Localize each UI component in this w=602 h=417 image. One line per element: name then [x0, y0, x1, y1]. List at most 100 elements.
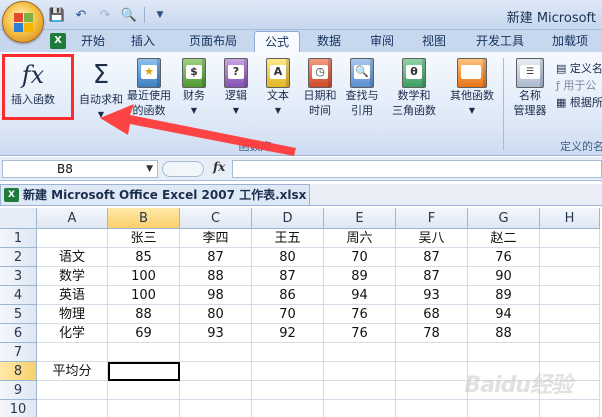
- cell-f6[interactable]: 78: [396, 324, 468, 343]
- cell-d9[interactable]: [252, 381, 324, 400]
- cell-e8[interactable]: [324, 362, 396, 381]
- cell-e1[interactable]: 周六: [324, 229, 396, 248]
- cell-h5[interactable]: [540, 305, 600, 324]
- cell-d10[interactable]: [252, 400, 324, 417]
- cell-f5[interactable]: 68: [396, 305, 468, 324]
- chevron-down-icon[interactable]: ▼: [146, 161, 153, 177]
- cell-b6[interactable]: 69: [108, 324, 180, 343]
- column-header-b[interactable]: B: [108, 208, 180, 229]
- tab-developer[interactable]: 开发工具: [468, 31, 532, 52]
- row-header-9[interactable]: 9: [0, 381, 37, 400]
- cell-e3[interactable]: 89: [324, 267, 396, 286]
- cell-e7[interactable]: [324, 343, 396, 362]
- cell-d8[interactable]: [252, 362, 324, 381]
- cell-c9[interactable]: [180, 381, 252, 400]
- row-header-6[interactable]: 6: [0, 324, 37, 343]
- cell-f1[interactable]: 吴八: [396, 229, 468, 248]
- cell-a3[interactable]: 数学: [37, 267, 108, 286]
- column-header-d[interactable]: D: [252, 208, 324, 229]
- cell-c5[interactable]: 80: [180, 305, 252, 324]
- column-header-f[interactable]: F: [396, 208, 468, 229]
- cell-b8[interactable]: [108, 362, 180, 381]
- cell-c2[interactable]: 87: [180, 248, 252, 267]
- cell-a10[interactable]: [37, 400, 108, 417]
- tab-insert[interactable]: 插入: [122, 31, 164, 52]
- row-header-5[interactable]: 5: [0, 305, 37, 324]
- define-name-button[interactable]: ▤ 定义名: [556, 60, 602, 77]
- financial-button[interactable]: $ 财务 ▼: [176, 58, 212, 132]
- fx-icon[interactable]: fx: [213, 160, 225, 174]
- cell-b10[interactable]: [108, 400, 180, 417]
- cell-e5[interactable]: 76: [324, 305, 396, 324]
- cell-f10[interactable]: [396, 400, 468, 417]
- cell-g2[interactable]: 76: [468, 248, 540, 267]
- row-header-10[interactable]: 10: [0, 400, 37, 417]
- cell-c7[interactable]: [180, 343, 252, 362]
- more-functions-button[interactable]: 其他函数 ▼: [446, 58, 498, 132]
- office-button[interactable]: [2, 1, 44, 43]
- formula-bar-resize-handle[interactable]: [162, 161, 204, 177]
- row-header-7[interactable]: 7: [0, 343, 37, 362]
- cell-a6[interactable]: 化学: [37, 324, 108, 343]
- column-header-c[interactable]: C: [180, 208, 252, 229]
- cell-e10[interactable]: [324, 400, 396, 417]
- cell-c1[interactable]: 李四: [180, 229, 252, 248]
- use-in-formula-button[interactable]: ƒ 用于公: [556, 77, 602, 94]
- redo-icon[interactable]: ↷: [96, 6, 114, 24]
- cell-g10[interactable]: [468, 400, 540, 417]
- cell-a8[interactable]: 平均分: [37, 362, 108, 381]
- create-from-selection-button[interactable]: ▦ 根据所: [556, 94, 602, 111]
- cell-b2[interactable]: 85: [108, 248, 180, 267]
- cell-d4[interactable]: 86: [252, 286, 324, 305]
- cell-d5[interactable]: 70: [252, 305, 324, 324]
- print-preview-icon[interactable]: 🔍: [120, 6, 138, 24]
- recent-functions-button[interactable]: ★ 最近使用 的函数: [126, 58, 172, 132]
- cell-f2[interactable]: 87: [396, 248, 468, 267]
- customize-qat-icon[interactable]: ▼: [151, 6, 169, 24]
- row-header-4[interactable]: 4: [0, 286, 37, 305]
- cell-f9[interactable]: [396, 381, 468, 400]
- cell-c3[interactable]: 88: [180, 267, 252, 286]
- cell-a5[interactable]: 物理: [37, 305, 108, 324]
- cell-d3[interactable]: 87: [252, 267, 324, 286]
- name-manager-button[interactable]: ☰ 名称 管理器: [508, 58, 552, 132]
- tab-view[interactable]: 视图: [412, 31, 456, 52]
- tab-page-layout[interactable]: 页面布局: [178, 31, 248, 52]
- save-icon[interactable]: 💾: [48, 6, 66, 24]
- row-header-8[interactable]: 8: [0, 362, 37, 381]
- name-box[interactable]: B8 ▼: [2, 160, 158, 178]
- tab-data[interactable]: 数据: [306, 31, 352, 52]
- formula-input[interactable]: [232, 160, 602, 178]
- cell-b3[interactable]: 100: [108, 267, 180, 286]
- logical-button[interactable]: ? 逻辑 ▼: [218, 58, 254, 132]
- cell-c10[interactable]: [180, 400, 252, 417]
- cell-b7[interactable]: [108, 343, 180, 362]
- lookup-button[interactable]: 🔍 查找与 引用: [342, 58, 382, 132]
- cell-d7[interactable]: [252, 343, 324, 362]
- select-all-corner[interactable]: [0, 208, 37, 229]
- cell-d2[interactable]: 80: [252, 248, 324, 267]
- cell-h4[interactable]: [540, 286, 600, 305]
- cell-g5[interactable]: 94: [468, 305, 540, 324]
- workbook-title-bar[interactable]: X 新建 Microsoft Office Excel 2007 工作表.xls…: [0, 184, 317, 206]
- cell-e9[interactable]: [324, 381, 396, 400]
- cell-a2[interactable]: 语文: [37, 248, 108, 267]
- tab-formulas[interactable]: 公式: [254, 31, 300, 52]
- row-header-2[interactable]: 2: [0, 248, 37, 267]
- cell-f4[interactable]: 93: [396, 286, 468, 305]
- cell-a4[interactable]: 英语: [37, 286, 108, 305]
- cell-f8[interactable]: [396, 362, 468, 381]
- cell-h2[interactable]: [540, 248, 600, 267]
- column-header-e[interactable]: E: [324, 208, 396, 229]
- column-header-h[interactable]: H: [540, 208, 600, 229]
- tab-home[interactable]: 开始: [72, 31, 114, 52]
- tab-addins[interactable]: 加载项: [544, 31, 596, 52]
- cell-e4[interactable]: 94: [324, 286, 396, 305]
- cell-a9[interactable]: [37, 381, 108, 400]
- cell-h10[interactable]: [540, 400, 600, 417]
- cell-b9[interactable]: [108, 381, 180, 400]
- math-trig-button[interactable]: θ 数学和 三角函数: [388, 58, 440, 132]
- cell-g7[interactable]: [468, 343, 540, 362]
- cell-d1[interactable]: 王五: [252, 229, 324, 248]
- cell-g6[interactable]: 88: [468, 324, 540, 343]
